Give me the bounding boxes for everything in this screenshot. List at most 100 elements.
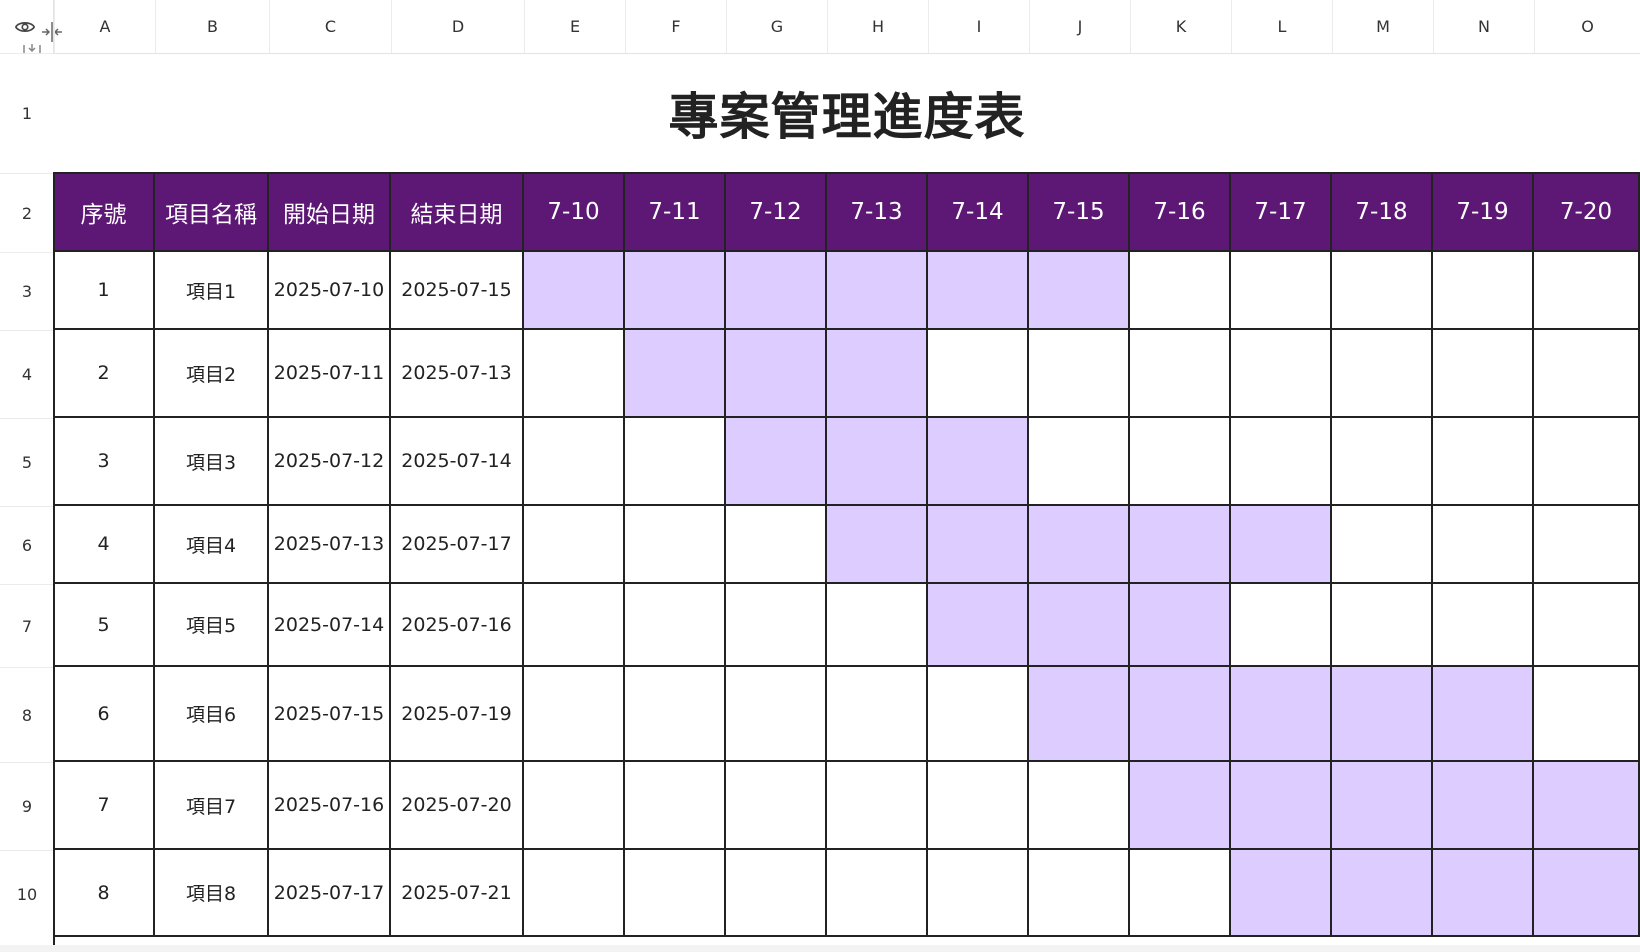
gantt-empty-cell[interactable] (1534, 418, 1640, 506)
gantt-bar-cell[interactable] (827, 330, 928, 418)
date-header-cell[interactable]: 7-18 (1332, 173, 1433, 252)
task-start-cell[interactable]: 2025-07-16 (269, 762, 391, 850)
gantt-bar-cell[interactable] (726, 330, 827, 418)
gantt-empty-cell[interactable] (1534, 330, 1640, 418)
gantt-bar-cell[interactable] (1433, 762, 1534, 850)
row-header-6[interactable]: 6 (0, 506, 54, 584)
gantt-bar-cell[interactable] (726, 252, 827, 330)
column-header-h[interactable]: H (827, 0, 928, 53)
gantt-empty-cell[interactable] (1534, 667, 1640, 762)
task-seq-cell[interactable]: 8 (54, 850, 155, 937)
gantt-empty-cell[interactable] (524, 762, 625, 850)
gantt-bar-cell[interactable] (827, 506, 928, 584)
task-end-cell[interactable]: 2025-07-21 (391, 850, 524, 937)
gantt-bar-cell[interactable] (827, 252, 928, 330)
gantt-empty-cell[interactable] (625, 762, 726, 850)
task-name-cell[interactable]: 項目5 (155, 584, 269, 667)
task-end-cell[interactable]: 2025-07-19 (391, 667, 524, 762)
column-header-a[interactable]: A (54, 0, 155, 53)
task-seq-cell[interactable]: 2 (54, 330, 155, 418)
gantt-empty-cell[interactable] (726, 667, 827, 762)
gantt-empty-cell[interactable] (1534, 584, 1640, 667)
gantt-empty-cell[interactable] (726, 584, 827, 667)
gantt-empty-cell[interactable] (928, 667, 1029, 762)
row-header-10[interactable]: 10 (0, 850, 54, 937)
gantt-bar-cell[interactable] (1130, 584, 1231, 667)
date-header-cell[interactable]: 7-13 (827, 173, 928, 252)
gantt-empty-cell[interactable] (625, 850, 726, 937)
gantt-empty-cell[interactable] (1332, 584, 1433, 667)
header-cell-seq[interactable]: 序號 (54, 173, 155, 252)
gantt-empty-cell[interactable] (1433, 506, 1534, 584)
gantt-empty-cell[interactable] (1231, 330, 1332, 418)
row-header-2[interactable]: 2 (0, 173, 54, 252)
task-start-cell[interactable]: 2025-07-17 (269, 850, 391, 937)
gantt-bar-cell[interactable] (625, 252, 726, 330)
date-header-cell[interactable]: 7-11 (625, 173, 726, 252)
gantt-empty-cell[interactable] (726, 506, 827, 584)
gantt-empty-cell[interactable] (827, 667, 928, 762)
gantt-empty-cell[interactable] (1332, 506, 1433, 584)
gantt-bar-cell[interactable] (1029, 667, 1130, 762)
gantt-empty-cell[interactable] (1433, 418, 1534, 506)
task-start-cell[interactable]: 2025-07-12 (269, 418, 391, 506)
gantt-bar-cell[interactable] (1029, 252, 1130, 330)
gantt-empty-cell[interactable] (625, 506, 726, 584)
gantt-empty-cell[interactable] (1130, 850, 1231, 937)
gantt-empty-cell[interactable] (524, 418, 625, 506)
task-seq-cell[interactable]: 1 (54, 252, 155, 330)
gantt-empty-cell[interactable] (524, 506, 625, 584)
row-header-5[interactable]: 5 (0, 418, 54, 506)
gantt-empty-cell[interactable] (524, 584, 625, 667)
column-header-f[interactable]: F (625, 0, 726, 53)
date-header-cell[interactable]: 7-14 (928, 173, 1029, 252)
gantt-bar-cell[interactable] (928, 506, 1029, 584)
gantt-empty-cell[interactable] (625, 667, 726, 762)
gantt-empty-cell[interactable] (1130, 252, 1231, 330)
gantt-bar-cell[interactable] (1433, 667, 1534, 762)
column-header-l[interactable]: L (1231, 0, 1332, 53)
gantt-bar-cell[interactable] (1231, 506, 1332, 584)
date-header-cell[interactable]: 7-10 (524, 173, 625, 252)
gantt-empty-cell[interactable] (1130, 418, 1231, 506)
gantt-empty-cell[interactable] (1231, 584, 1332, 667)
task-name-cell[interactable]: 項目3 (155, 418, 269, 506)
gantt-empty-cell[interactable] (726, 850, 827, 937)
gantt-bar-cell[interactable] (524, 252, 625, 330)
gantt-bar-cell[interactable] (1029, 584, 1130, 667)
gantt-bar-cell[interactable] (1332, 850, 1433, 937)
date-header-cell[interactable]: 7-15 (1029, 173, 1130, 252)
gantt-bar-cell[interactable] (928, 584, 1029, 667)
eye-icon[interactable] (14, 16, 36, 38)
task-start-cell[interactable]: 2025-07-10 (269, 252, 391, 330)
gantt-bar-cell[interactable] (1332, 667, 1433, 762)
select-all-corner[interactable] (0, 0, 62, 64)
task-start-cell[interactable]: 2025-07-14 (269, 584, 391, 667)
date-header-cell[interactable]: 7-19 (1433, 173, 1534, 252)
row-header-1[interactable]: 1 (0, 53, 54, 173)
column-header-i[interactable]: I (928, 0, 1029, 53)
gantt-bar-cell[interactable] (1534, 850, 1640, 937)
gantt-empty-cell[interactable] (524, 330, 625, 418)
gantt-bar-cell[interactable] (726, 418, 827, 506)
gantt-bar-cell[interactable] (1130, 506, 1231, 584)
column-header-o[interactable]: O (1534, 0, 1640, 53)
gantt-bar-cell[interactable] (1231, 762, 1332, 850)
column-header-j[interactable]: J (1029, 0, 1130, 53)
row-header-3[interactable]: 3 (0, 252, 54, 330)
gantt-bar-cell[interactable] (928, 252, 1029, 330)
gantt-bar-cell[interactable] (625, 330, 726, 418)
task-end-cell[interactable]: 2025-07-14 (391, 418, 524, 506)
task-end-cell[interactable]: 2025-07-15 (391, 252, 524, 330)
gantt-empty-cell[interactable] (1534, 252, 1640, 330)
task-name-cell[interactable]: 項目1 (155, 252, 269, 330)
header-cell-end[interactable]: 結束日期 (391, 173, 524, 252)
gantt-bar-cell[interactable] (1231, 850, 1332, 937)
row-header-7[interactable]: 7 (0, 584, 54, 667)
row-header-9[interactable]: 9 (0, 762, 54, 850)
date-header-cell[interactable]: 7-17 (1231, 173, 1332, 252)
column-header-b[interactable]: B (155, 0, 269, 53)
gantt-empty-cell[interactable] (928, 330, 1029, 418)
gantt-empty-cell[interactable] (1534, 506, 1640, 584)
task-start-cell[interactable]: 2025-07-15 (269, 667, 391, 762)
